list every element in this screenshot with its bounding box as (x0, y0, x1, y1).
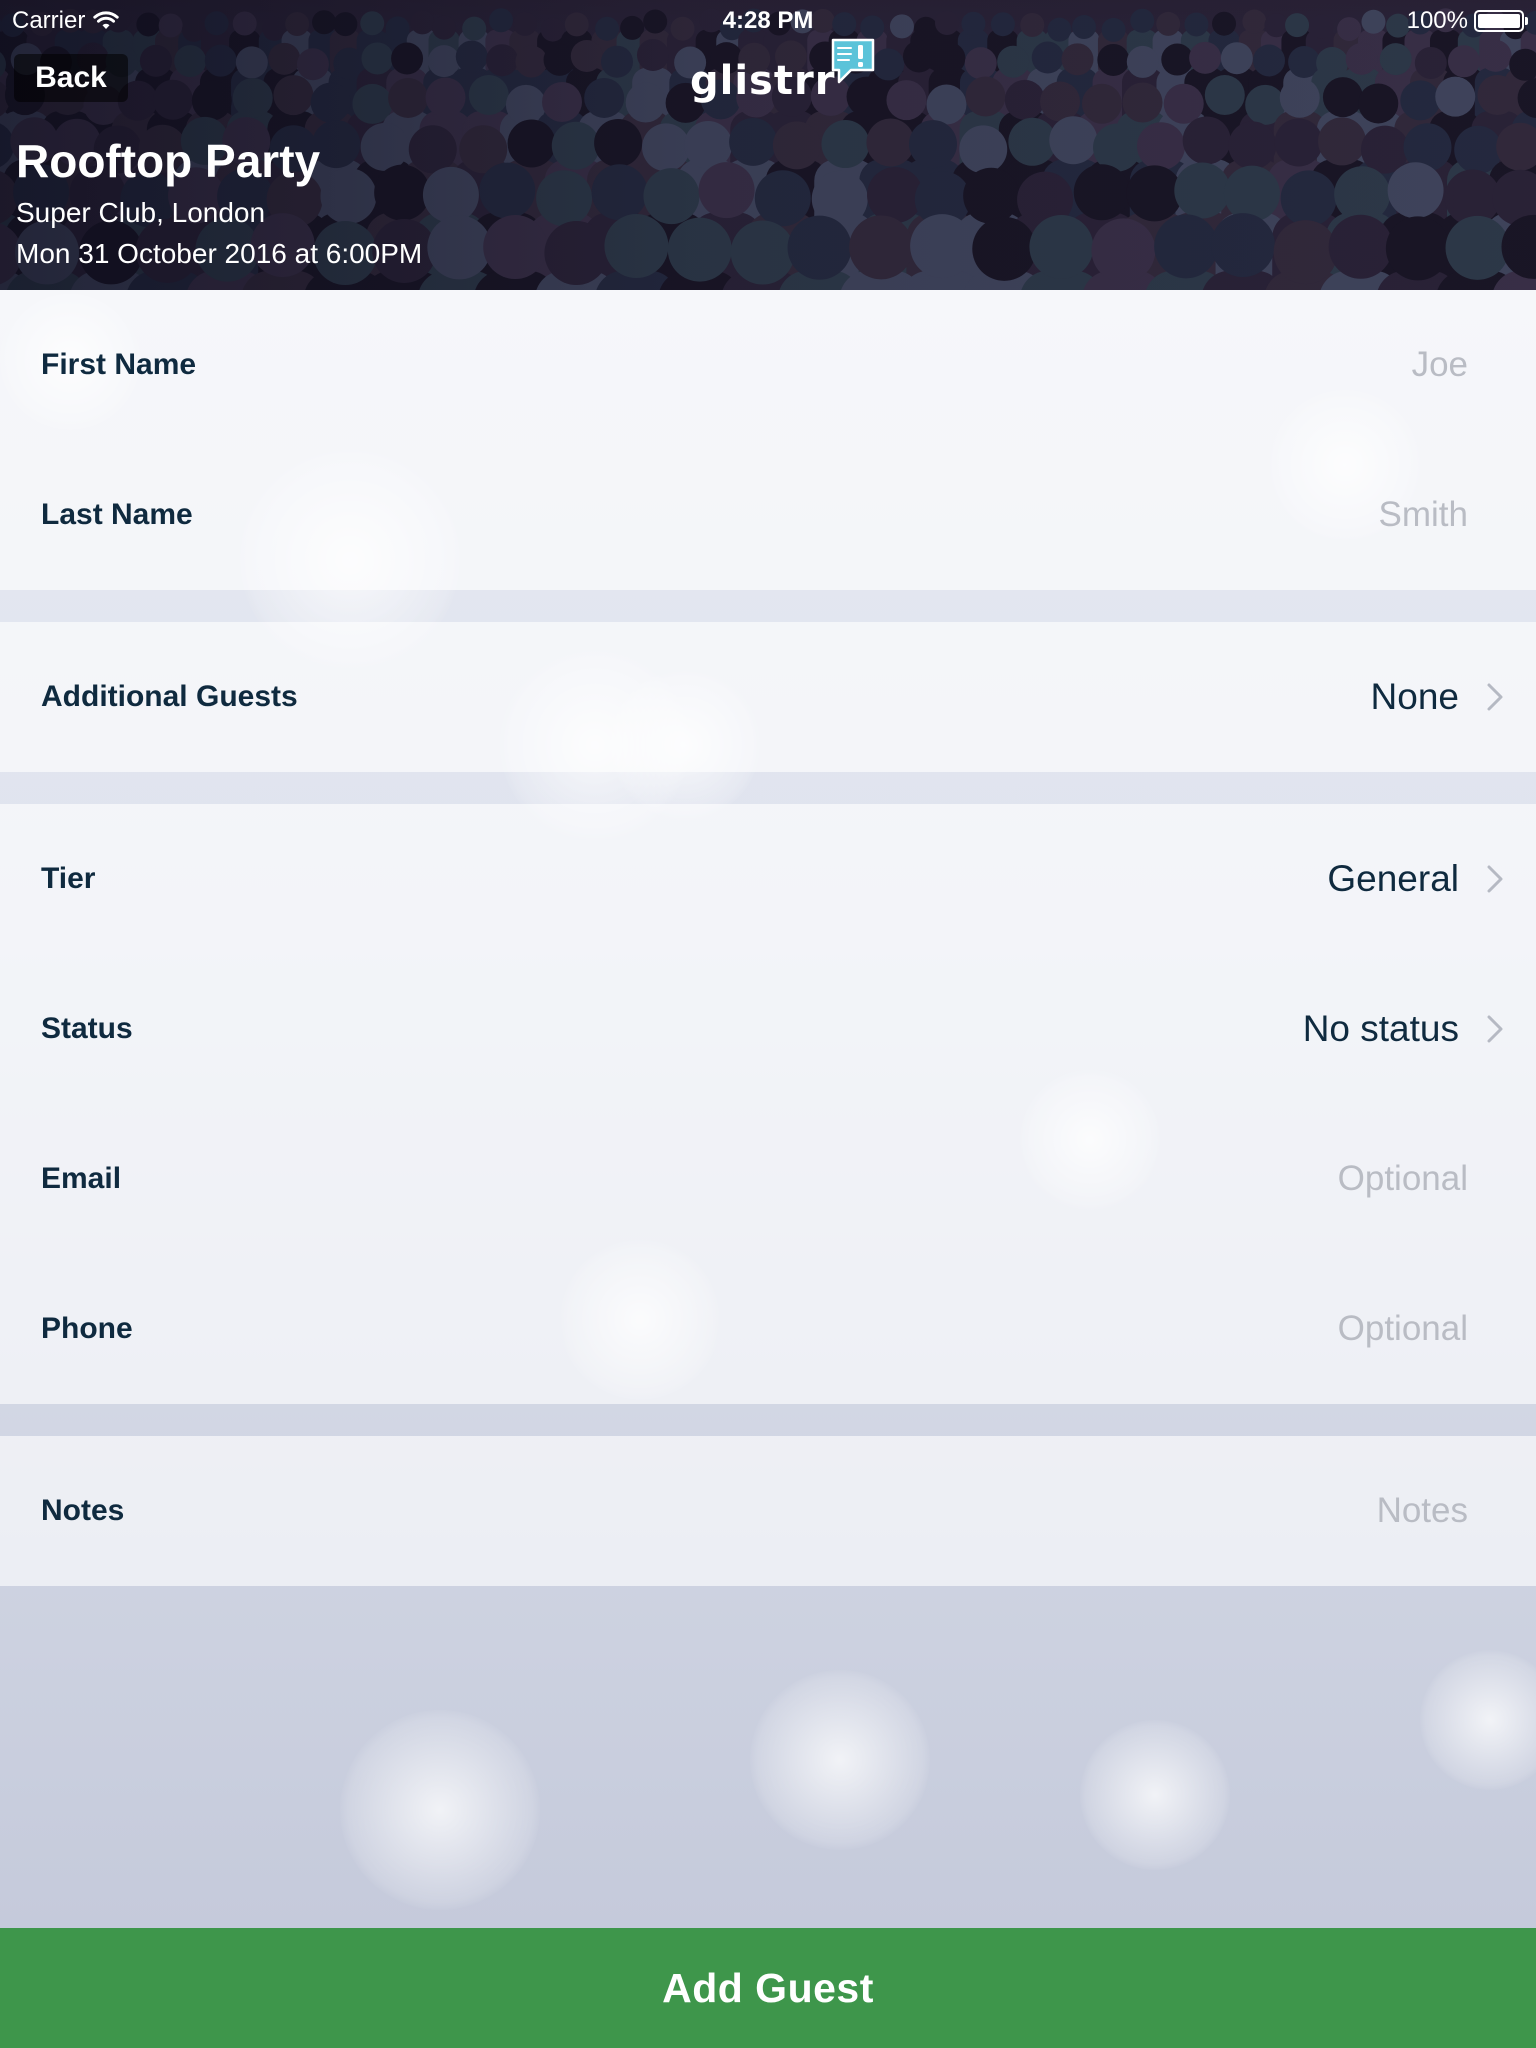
notes-label: Notes (41, 1494, 125, 1527)
battery-indicator: 100% (1406, 7, 1528, 35)
last-name-input[interactable] (868, 495, 1468, 535)
event-date: Mon 31 October 2016 at 6:00PM (16, 238, 423, 269)
phone-row: Phone (0, 1254, 1536, 1404)
email-input[interactable] (868, 1159, 1468, 1199)
event-title: Rooftop Party (16, 135, 321, 187)
status-value: No status (1302, 1008, 1459, 1049)
battery-percent: 100% (1406, 7, 1468, 34)
add-guest-button[interactable]: Add Guest (0, 1928, 1536, 2048)
notes-row: Notes (0, 1436, 1536, 1586)
logo-text: glistrr (690, 58, 836, 104)
back-button[interactable]: Back (14, 54, 128, 102)
status-label: Status (41, 1012, 133, 1045)
event-venue: Super Club, London (16, 197, 266, 228)
additional-guests-value: None (1370, 676, 1459, 717)
chevron-right-icon (1487, 865, 1503, 893)
first-name-input[interactable] (868, 345, 1468, 385)
guests-section: Additional Guests None (0, 622, 1536, 772)
details-section: Tier General Status No status Email Phon… (0, 804, 1536, 1404)
chevron-right-icon (1487, 1015, 1503, 1043)
clock: 4:28 PM (722, 7, 814, 34)
email-label: Email (41, 1162, 122, 1195)
name-section: First Name Last Name (0, 290, 1536, 590)
last-name-label: Last Name (41, 498, 193, 531)
tier-row[interactable]: Tier General (0, 804, 1536, 954)
speech-bubble-icon (832, 38, 875, 84)
status-row[interactable]: Status No status (0, 954, 1536, 1104)
bokeh-light (1080, 1720, 1230, 1870)
glistrr-logo: glistrr (690, 36, 877, 104)
tier-label: Tier (41, 862, 96, 895)
phone-input[interactable] (868, 1309, 1468, 1349)
chevron-right-icon (1487, 683, 1503, 711)
bokeh-light (1420, 1650, 1536, 1790)
event-header: Carrier 4:28 PM 100% Back glistrr Roofto… (0, 0, 1536, 290)
first-name-label: First Name (41, 348, 197, 381)
last-name-row: Last Name (0, 440, 1536, 590)
phone-label: Phone (41, 1312, 133, 1345)
tier-value: General (1327, 858, 1459, 899)
bokeh-light (750, 1670, 930, 1850)
additional-guests-row[interactable]: Additional Guests None (0, 622, 1536, 772)
bokeh-light (340, 1710, 540, 1910)
email-row: Email (0, 1104, 1536, 1254)
battery-icon (1474, 10, 1528, 32)
first-name-row: First Name (0, 290, 1536, 440)
notes-section: Notes (0, 1436, 1536, 1586)
additional-guests-label: Additional Guests (41, 680, 298, 713)
status-bar: Carrier 4:28 PM 100% (0, 0, 1536, 40)
notes-input[interactable] (868, 1491, 1468, 1531)
